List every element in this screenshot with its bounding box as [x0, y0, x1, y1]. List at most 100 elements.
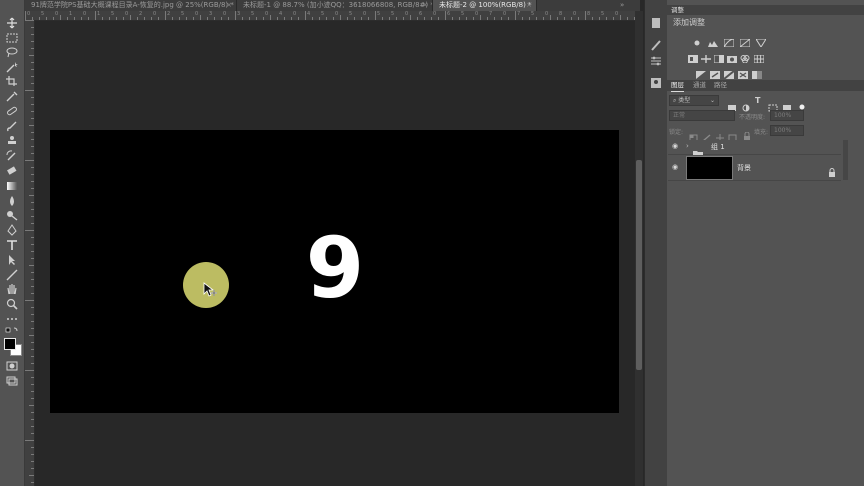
- more-tools-icon[interactable]: [5, 313, 19, 325]
- document-tab-active[interactable]: 未标题-2 @ 100%(RGB/8) * ×: [433, 0, 537, 11]
- ruler-number: 0: [153, 11, 157, 17]
- close-tab-icon[interactable]: ×: [526, 0, 532, 11]
- healing-brush-tool-icon[interactable]: [5, 105, 19, 117]
- ruler-number: 4: [279, 11, 283, 17]
- visibility-eye-icon[interactable]: ◉: [672, 142, 678, 150]
- vertical-ruler: [25, 20, 35, 486]
- blur-tool-icon[interactable]: [5, 195, 19, 207]
- blend-mode-select[interactable]: 正常: [669, 110, 735, 121]
- magic-wand-tool-icon[interactable]: [5, 61, 19, 73]
- filter-shape-icon[interactable]: [768, 97, 778, 112]
- ruler-number: 0: [293, 11, 297, 17]
- visibility-eye-icon[interactable]: ◉: [672, 163, 678, 171]
- filter-smart-object-icon[interactable]: [782, 97, 792, 111]
- tab-layers[interactable]: 图层: [671, 80, 684, 92]
- type-tool-icon[interactable]: [5, 239, 19, 251]
- brush-panel-icon[interactable]: [650, 36, 662, 51]
- ruler-number: 7: [517, 11, 521, 17]
- document-tab[interactable]: 91牌范学院PS基础大概课程目录A-恢复的.jpg @ 25%(RGB/8) *…: [25, 0, 237, 11]
- history-brush-tool-icon[interactable]: [5, 150, 19, 162]
- threshold-icon[interactable]: [723, 64, 735, 80]
- ruler-number: 3: [209, 11, 213, 17]
- close-tab-icon[interactable]: ×: [226, 0, 232, 11]
- tab-overflow-icon[interactable]: »: [620, 1, 624, 9]
- photo-filter-icon[interactable]: [727, 48, 737, 63]
- quick-mask-icon[interactable]: [5, 360, 19, 372]
- history-panel-icon[interactable]: [650, 14, 662, 28]
- tab-label: 未标题-2 @ 100%(RGB/8) *: [439, 1, 532, 9]
- lock-artboard-icon[interactable]: [728, 127, 738, 142]
- tab-adjustments[interactable]: 调整: [667, 6, 684, 14]
- filter-pixel-icon[interactable]: [727, 97, 737, 111]
- levels-icon[interactable]: [708, 32, 718, 47]
- ruler-number: 3: [237, 11, 241, 17]
- filter-type-icon[interactable]: T: [755, 96, 765, 105]
- lock-all-icon[interactable]: [742, 126, 752, 141]
- layer-filter-select[interactable]: ⌕ 类型 ⌄: [669, 95, 719, 106]
- layer-thumbnail: [686, 156, 733, 180]
- path-selection-tool-icon[interactable]: [5, 254, 19, 266]
- screen-mode-icon[interactable]: [5, 375, 19, 387]
- properties-panel-icon[interactable]: [650, 52, 662, 66]
- layer-name: 组 1: [711, 143, 725, 151]
- ruler-number: 0: [573, 11, 577, 17]
- layer-row-background[interactable]: ◉ 背景: [668, 155, 841, 181]
- lock-image-icon[interactable]: [702, 127, 712, 142]
- eyedropper-tool-icon[interactable]: [5, 90, 19, 102]
- black-white-icon[interactable]: [713, 48, 725, 64]
- ruler-number: 5: [461, 11, 465, 17]
- foreground-color-swatch[interactable]: [4, 338, 16, 350]
- filter-toggle-icon[interactable]: [798, 96, 808, 110]
- fill-input[interactable]: 100%: [770, 125, 804, 136]
- color-lookup-icon[interactable]: [753, 48, 765, 64]
- brightness-contrast-icon[interactable]: [692, 32, 702, 46]
- ruler-number: 5: [531, 11, 535, 17]
- selective-color-icon[interactable]: [738, 64, 748, 79]
- opacity-input[interactable]: 100%: [770, 110, 804, 121]
- layer-name: 背景: [737, 164, 751, 172]
- posterize-icon[interactable]: [710, 64, 720, 79]
- vibrance-icon[interactable]: [755, 32, 767, 48]
- lock-label: 锁定:: [669, 129, 684, 136]
- channel-mixer-icon[interactable]: [740, 48, 750, 64]
- ruler-number: 5: [349, 11, 353, 17]
- marquee-tool-icon[interactable]: [5, 32, 19, 44]
- tab-channels[interactable]: 通道: [693, 80, 706, 91]
- layer-row-group[interactable]: ◉ › 组 1: [668, 140, 841, 158]
- layers-scrollbar[interactable]: [843, 140, 848, 180]
- dodge-tool-icon[interactable]: [5, 209, 19, 221]
- exposure-icon[interactable]: [739, 32, 751, 48]
- ruler-number: 5: [41, 11, 45, 17]
- expand-chevron-icon[interactable]: ›: [686, 142, 689, 150]
- curves-icon[interactable]: [723, 32, 735, 48]
- brush-tool-icon[interactable]: [5, 120, 19, 132]
- filter-adjustment-icon[interactable]: [741, 97, 751, 112]
- scrollbar-thumb[interactable]: [636, 160, 642, 370]
- pen-tool-icon[interactable]: [5, 224, 19, 236]
- ruler-number: 0: [83, 11, 87, 17]
- gradient-tool-icon[interactable]: [5, 180, 19, 192]
- clone-stamp-tool-icon[interactable]: [5, 135, 19, 147]
- lock-transparent-icon[interactable]: [689, 127, 699, 142]
- eraser-tool-icon[interactable]: [5, 165, 19, 177]
- hand-tool-icon[interactable]: [5, 283, 19, 295]
- crop-tool-icon[interactable]: [5, 75, 19, 87]
- fill-value: 100%: [774, 127, 792, 134]
- zoom-tool-icon[interactable]: [5, 298, 19, 310]
- hue-saturation-icon[interactable]: [688, 48, 698, 63]
- lasso-tool-icon[interactable]: [5, 46, 19, 58]
- ruler-number: 0: [55, 11, 59, 17]
- ruler-number: 5: [321, 11, 325, 17]
- ruler-number: 5: [377, 11, 381, 17]
- gradient-map-icon[interactable]: [752, 64, 762, 79]
- color-balance-icon[interactable]: [701, 48, 711, 63]
- lock-position-icon[interactable]: [715, 127, 725, 142]
- move-tool-icon[interactable]: [5, 17, 19, 29]
- line-tool-icon[interactable]: [5, 269, 19, 281]
- search-icon: ⌕: [673, 97, 677, 104]
- invert-icon[interactable]: [696, 64, 706, 79]
- close-tab-icon[interactable]: ×: [422, 0, 428, 11]
- tab-paths[interactable]: 路径: [714, 80, 727, 91]
- info-panel-icon[interactable]: [650, 74, 662, 88]
- document-tab[interactable]: 未标题-1 @ 88.7% (加小迹QQ：3618066808, RGB/8#)…: [237, 0, 433, 11]
